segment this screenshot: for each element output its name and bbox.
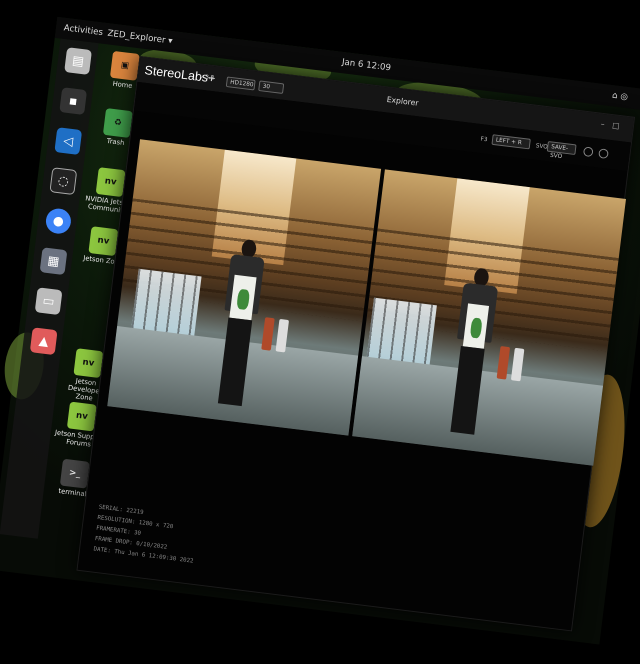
record-select[interactable]: SAVE-SVO xyxy=(546,141,577,160)
right-camera-view[interactable] xyxy=(352,169,626,466)
nvidia-icon: nv xyxy=(95,167,126,198)
system-tray[interactable]: ⌂ ◎ xyxy=(611,85,629,108)
person-legs xyxy=(217,317,253,407)
window-title: Explorer xyxy=(386,95,420,108)
settings-icon[interactable]: ◌ xyxy=(49,167,78,196)
fps-select[interactable]: 30 xyxy=(258,80,285,94)
maximize-icon[interactable]: □ xyxy=(612,121,628,131)
nvidia-icon: nv xyxy=(73,348,104,379)
resolution-select[interactable]: HD1280 xyxy=(225,76,256,91)
usb-drive-icon[interactable]: ▭ xyxy=(34,287,63,316)
terminal-icon[interactable]: ▪ xyxy=(59,87,88,115)
vscode-icon[interactable]: ◁ xyxy=(54,127,83,156)
person-legs xyxy=(450,345,486,435)
files-icon[interactable]: ▤ xyxy=(64,47,92,75)
folder-icon: ▣ xyxy=(109,50,140,81)
refresh-icon[interactable] xyxy=(582,146,594,158)
network-icon[interactable]: ⌂ xyxy=(612,91,619,101)
view-mode-select[interactable]: LEFT + R xyxy=(491,134,531,150)
trash-icon: ♻ xyxy=(102,108,133,138)
nvidia-icon: nv xyxy=(88,226,119,257)
settings-gear-icon[interactable] xyxy=(598,148,609,159)
left-camera-view[interactable] xyxy=(107,139,382,436)
camera-info-panel: SERIAL: 22219 RESOLUTION: 1280 x 720 FRA… xyxy=(93,502,199,567)
explorer-window: StereoLabs+ v 3.8 HD1280 30 Explorer –□ … xyxy=(76,56,636,632)
nvidia-icon: nv xyxy=(66,401,97,432)
rocket-icon[interactable]: ▲ xyxy=(29,327,58,356)
terminal-icon: >_ xyxy=(59,458,90,489)
stereo-view-area xyxy=(107,139,626,466)
window-controls[interactable]: –□ xyxy=(600,120,627,132)
view-label: F3 xyxy=(480,135,488,144)
chromium-icon[interactable]: ● xyxy=(44,207,73,236)
app-grid-icon[interactable]: ▦ xyxy=(39,247,68,276)
nvidia-tray-icon[interactable]: ◎ xyxy=(620,92,629,102)
